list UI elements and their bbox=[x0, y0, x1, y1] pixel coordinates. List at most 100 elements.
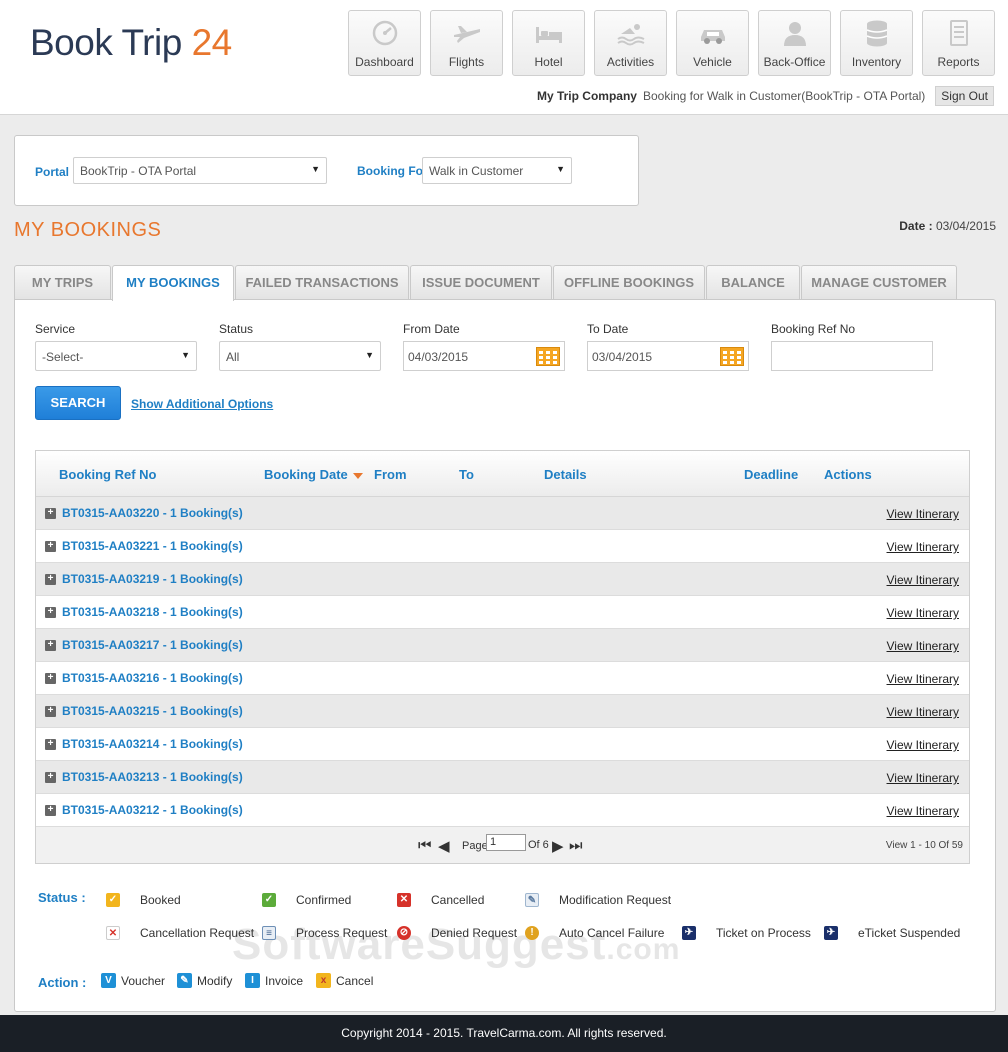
prev-page-icon[interactable]: ◀ bbox=[438, 837, 450, 855]
cancellation-request-icon: ✕ bbox=[106, 926, 120, 940]
view-itinerary-link[interactable]: View Itinerary bbox=[887, 573, 959, 587]
status-select[interactable]: All ▼ bbox=[219, 341, 381, 371]
col-to[interactable]: To bbox=[459, 467, 474, 482]
service-select[interactable]: -Select- ▼ bbox=[35, 341, 197, 371]
view-itinerary-link[interactable]: View Itinerary bbox=[887, 771, 959, 785]
calendar-icon[interactable] bbox=[536, 347, 560, 366]
expand-icon[interactable]: + bbox=[45, 805, 56, 816]
nav-back-office[interactable]: Back-Office bbox=[758, 10, 831, 76]
legend-label: Cancellation Request bbox=[140, 926, 255, 940]
nav-inventory[interactable]: Inventory bbox=[840, 10, 913, 76]
sort-desc-icon bbox=[352, 472, 363, 479]
col-booking-date[interactable]: Booking Date bbox=[264, 467, 363, 482]
nav-activities[interactable]: Activities bbox=[594, 10, 667, 76]
col-deadline[interactable]: Deadline bbox=[744, 467, 798, 482]
booking-ref-link[interactable]: BT0315-AA03217 - 1 Booking(s) bbox=[62, 638, 243, 652]
nav-dashboard[interactable]: Dashboard bbox=[348, 10, 421, 76]
booking-ref-link[interactable]: BT0315-AA03220 - 1 Booking(s) bbox=[62, 506, 243, 520]
service-label: Service bbox=[35, 322, 76, 336]
booking-ref-input[interactable] bbox=[771, 341, 933, 371]
tab-issue-document[interactable]: ISSUE DOCUMENT bbox=[410, 265, 552, 300]
tab-manage-customer[interactable]: MANAGE CUSTOMER bbox=[801, 265, 957, 300]
from-date-label: From Date bbox=[403, 322, 460, 336]
table-row[interactable]: + BT0315-AA03219 - 1 Booking(s) View Itine… bbox=[36, 563, 969, 596]
booking-ref-link[interactable]: BT0315-AA03213 - 1 Booking(s) bbox=[62, 770, 243, 784]
view-itinerary-link[interactable]: View Itinerary bbox=[887, 507, 959, 521]
booking-ref-link[interactable]: BT0315-AA03215 - 1 Booking(s) bbox=[62, 704, 243, 718]
view-itinerary-link[interactable]: View Itinerary bbox=[887, 738, 959, 752]
legend-denied-request: ⊘ Denied Request bbox=[397, 926, 517, 940]
modification-icon: ✎ bbox=[525, 893, 539, 907]
bed-icon bbox=[513, 19, 584, 51]
nav-flights[interactable]: Flights bbox=[430, 10, 503, 76]
show-additional-options-link[interactable]: Show Additional Options bbox=[131, 397, 273, 411]
portal-select[interactable]: BookTrip - OTA Portal ▼ bbox=[73, 157, 327, 184]
view-itinerary-link[interactable]: View Itinerary bbox=[887, 804, 959, 818]
view-itinerary-link[interactable]: View Itinerary bbox=[887, 606, 959, 620]
view-itinerary-link[interactable]: View Itinerary bbox=[887, 639, 959, 653]
page-title: MY BOOKINGS bbox=[14, 219, 162, 241]
expand-icon[interactable]: + bbox=[45, 508, 56, 519]
legend-modify: ✎ Modify bbox=[177, 973, 232, 988]
col-booking-ref[interactable]: Booking Ref No bbox=[59, 467, 157, 482]
tab-my-trips[interactable]: MY TRIPS bbox=[14, 265, 111, 300]
booking-ref-link[interactable]: BT0315-AA03212 - 1 Booking(s) bbox=[62, 803, 243, 817]
booking-ref-link[interactable]: BT0315-AA03216 - 1 Booking(s) bbox=[62, 671, 243, 685]
table-row[interactable]: + BT0315-AA03214 - 1 Booking(s) View Itine… bbox=[36, 728, 969, 761]
tab-offline-bookings[interactable]: OFFLINE BOOKINGS bbox=[553, 265, 705, 300]
legend-cancel: x Cancel bbox=[316, 973, 373, 988]
table-row[interactable]: + BT0315-AA03221 - 1 Booking(s) View Itine… bbox=[36, 530, 969, 563]
view-itinerary-link[interactable]: View Itinerary bbox=[887, 705, 959, 719]
expand-icon[interactable]: + bbox=[45, 640, 56, 651]
booking-ref-link[interactable]: BT0315-AA03214 - 1 Booking(s) bbox=[62, 737, 243, 751]
booking-ref-link[interactable]: BT0315-AA03221 - 1 Booking(s) bbox=[62, 539, 243, 553]
logo[interactable]: Book Trip 24 bbox=[30, 22, 232, 64]
search-button[interactable]: SEARCH bbox=[35, 386, 121, 420]
copyright-text: Copyright 2014 - 2015. TravelCarma.com. … bbox=[341, 1026, 667, 1040]
company-name: My Trip Company bbox=[536, 89, 637, 103]
expand-icon[interactable]: + bbox=[45, 607, 56, 618]
expand-icon[interactable]: + bbox=[45, 772, 56, 783]
tab-failed-transactions[interactable]: FAILED TRANSACTIONS bbox=[235, 265, 409, 300]
first-page-icon[interactable]: ⏮ bbox=[418, 837, 432, 854]
col-details[interactable]: Details bbox=[544, 467, 587, 482]
tab-my-bookings[interactable]: MY BOOKINGS bbox=[112, 265, 234, 301]
page-total: Of 6 bbox=[528, 839, 549, 851]
to-date-input[interactable]: 03/04/2015 bbox=[587, 341, 749, 371]
legend-label: Invoice bbox=[265, 973, 304, 988]
dropdown-arrow-icon: ▼ bbox=[181, 350, 190, 360]
expand-icon[interactable]: + bbox=[45, 574, 56, 585]
expand-icon[interactable]: + bbox=[45, 706, 56, 717]
table-row[interactable]: + BT0315-AA03218 - 1 Booking(s) View Itine… bbox=[36, 596, 969, 629]
sign-out-button[interactable]: Sign Out bbox=[935, 86, 994, 106]
pagination: ⏮ ◀ Page 1 Of 6 ▶ ⏭ View 1 - 10 Of 59 bbox=[36, 829, 969, 863]
expand-icon[interactable]: + bbox=[45, 541, 56, 552]
nav-reports[interactable]: Reports bbox=[922, 10, 995, 76]
col-from[interactable]: From bbox=[374, 467, 407, 482]
tab-balance[interactable]: BALANCE bbox=[706, 265, 800, 300]
nav-vehicle[interactable]: Vehicle bbox=[676, 10, 749, 76]
from-date-input[interactable]: 04/03/2015 bbox=[403, 341, 565, 371]
booking-for-select[interactable]: Walk in Customer ▼ bbox=[422, 157, 572, 184]
status-legend-label: Status : bbox=[38, 890, 86, 905]
table-row[interactable]: + BT0315-AA03216 - 1 Booking(s) View Itine… bbox=[36, 662, 969, 695]
nav-hotel[interactable]: Hotel bbox=[512, 10, 585, 76]
expand-icon[interactable]: + bbox=[45, 739, 56, 750]
portal-label: Portal bbox=[35, 165, 70, 179]
table-row[interactable]: + BT0315-AA03220 - 1 Booking(s) View Itine… bbox=[36, 497, 969, 530]
expand-icon[interactable]: + bbox=[45, 673, 56, 684]
from-date-value: 04/03/2015 bbox=[408, 350, 469, 364]
table-row[interactable]: + BT0315-AA03217 - 1 Booking(s) View Itine… bbox=[36, 629, 969, 662]
booking-ref-link[interactable]: BT0315-AA03219 - 1 Booking(s) bbox=[62, 572, 243, 586]
page-number-input[interactable]: 1 bbox=[486, 834, 526, 851]
last-page-icon[interactable]: ⏭ bbox=[569, 837, 583, 854]
table-row[interactable]: + BT0315-AA03215 - 1 Booking(s) View Itine… bbox=[36, 695, 969, 728]
table-row[interactable]: + BT0315-AA03213 - 1 Booking(s) View Itine… bbox=[36, 761, 969, 794]
calendar-icon[interactable] bbox=[720, 347, 744, 366]
booking-ref-link[interactable]: BT0315-AA03218 - 1 Booking(s) bbox=[62, 605, 243, 619]
view-itinerary-link[interactable]: View Itinerary bbox=[887, 672, 959, 686]
table-row[interactable]: + BT0315-AA03212 - 1 Booking(s) View Itine… bbox=[36, 794, 969, 827]
next-page-icon[interactable]: ▶ bbox=[552, 837, 564, 855]
view-itinerary-link[interactable]: View Itinerary bbox=[887, 540, 959, 554]
legend-label: Denied Request bbox=[431, 926, 518, 940]
